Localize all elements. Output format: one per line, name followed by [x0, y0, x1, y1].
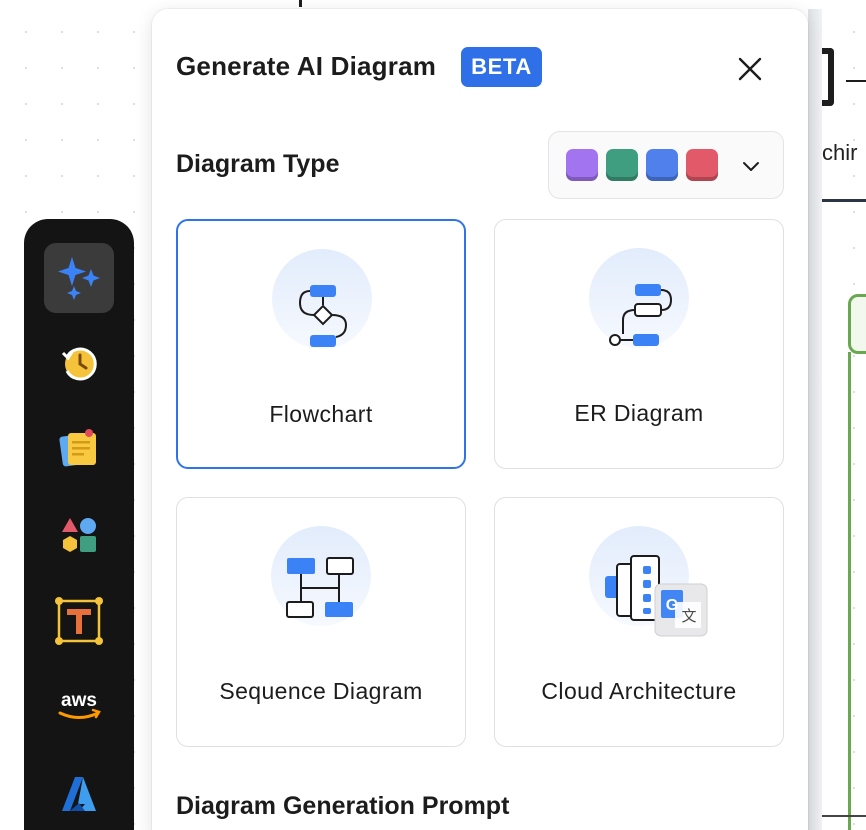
translate-icon: G 文 [654, 583, 708, 637]
card-label: Sequence Diagram [219, 678, 423, 704]
card-label: Flowchart [269, 401, 373, 427]
swatch-blue [646, 149, 678, 181]
swatch-red [686, 149, 718, 181]
toolbar-aws-button[interactable]: aws [44, 671, 114, 741]
cloud-architecture-icon: G 文 [605, 555, 708, 637]
close-button[interactable] [732, 51, 768, 87]
azure-logo-icon [62, 777, 96, 811]
shapes-icon [62, 518, 96, 552]
er-diagram-icon [609, 284, 673, 346]
panel-edge-shadow [808, 9, 822, 830]
card-label: Cloud Architecture [541, 678, 737, 704]
prompt-section-label: Diagram Generation Prompt [176, 792, 510, 820]
toolbar-text-button[interactable] [44, 586, 114, 656]
svg-text:aws: aws [61, 690, 97, 711]
diagram-type-cloud-architecture[interactable]: G 文 Cloud Architecture [494, 497, 784, 747]
diagram-type-label: Diagram Type [176, 150, 340, 178]
beta-badge: BETA [461, 47, 542, 87]
left-toolbar: aws [24, 219, 134, 830]
sticky-note-icon [59, 429, 96, 467]
toolbar-ai-button[interactable] [44, 243, 114, 313]
card-label: ER Diagram [574, 400, 704, 426]
chevron-down-icon [743, 162, 759, 171]
diagram-type-flowchart[interactable]: Flowchart [176, 219, 466, 469]
flowchart-icon [298, 285, 348, 347]
swatch-purple [566, 149, 598, 181]
diagram-type-er-diagram[interactable]: ER Diagram [494, 219, 784, 469]
toolbar-sticky-note-button[interactable] [44, 413, 114, 483]
canvas-underline [822, 199, 866, 202]
canvas-dash-fragment [846, 80, 866, 82]
diagram-type-sequence-diagram[interactable]: Sequence Diagram [176, 497, 466, 747]
color-palette-select[interactable] [548, 131, 784, 199]
canvas-connector-line [299, 0, 302, 7]
canvas-text-fragment: chir [822, 140, 858, 165]
swatch-green [606, 149, 638, 181]
canvas-green-node [848, 294, 866, 354]
close-icon [738, 57, 762, 81]
toolbar-history-button[interactable] [44, 328, 114, 398]
aws-logo-icon: aws [58, 690, 101, 719]
clock-history-icon [61, 347, 97, 381]
toolbar-shapes-button[interactable] [44, 500, 114, 570]
panel-title: Generate AI Diagram [176, 51, 437, 81]
toolbar-azure-button[interactable] [44, 759, 114, 829]
canvas-green-edge [848, 352, 851, 830]
sequence-diagram-icon [286, 557, 354, 618]
generate-ai-diagram-panel: Generate AI Diagram BETA Diagram Type Fl… [152, 9, 808, 830]
text-icon [55, 597, 103, 645]
sparkle-icon [58, 257, 100, 300]
svg-text:文: 文 [681, 607, 696, 625]
canvas-bottom-line [822, 815, 866, 817]
